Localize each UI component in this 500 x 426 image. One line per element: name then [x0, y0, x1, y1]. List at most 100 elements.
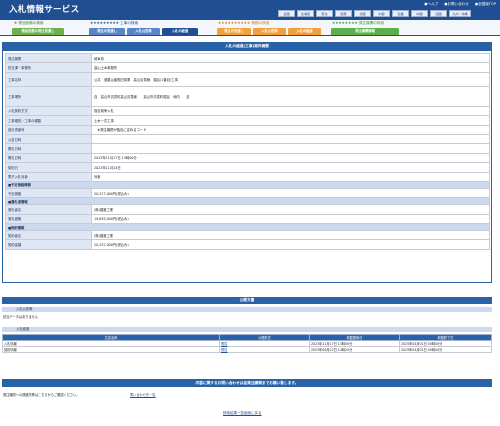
table-row: 契約情報 閲覧 2023年06月22日 14時20分 2025年04月01日 0…: [2, 346, 492, 353]
construction-search-heading: ★★★★★★★★★ 工事の検索: [90, 21, 139, 25]
region-tab[interactable]: 北陸: [354, 10, 371, 17]
table-row: 工事種別／工事の種類 土木一式工事: [5, 115, 490, 126]
tab-services-progress[interactable]: 入札の経過: [288, 28, 321, 35]
region-tab[interactable]: 中国: [411, 10, 428, 17]
field-label: 発注機関: [5, 52, 92, 64]
contact-list-link[interactable]: 問い合わせ先一覧: [130, 392, 156, 397]
field-value: ★発注機関が独自に定めるコード: [91, 124, 490, 135]
field-label: 設計書番号: [5, 124, 92, 135]
table-row: 契約金額 20,537,000円(税込み): [5, 239, 490, 250]
category-nav: ★ 物品役務の検索 ★★★★★★★★★ 工事の検索 ★★★★★★★★★★ 業務の…: [0, 20, 500, 36]
services-search-heading: ★★★★★★★★★★ 業務の検索: [218, 21, 270, 25]
app-title: 入札情報サービス: [9, 5, 80, 15]
field-value: 2023年11月24日: [91, 162, 490, 173]
table-row: 発注機関 岐阜県: [5, 52, 490, 64]
table-row: 契約者名 (株)堀渡工業: [5, 230, 490, 241]
region-tab[interactable]: 全国: [278, 10, 295, 17]
region-tab[interactable]: 北海道: [297, 10, 314, 17]
tab-goods-outlook[interactable]: 物品役務の発注見通し: [12, 28, 64, 35]
field-value: 対象: [91, 171, 490, 182]
view-link[interactable]: 閲覧: [221, 348, 227, 352]
section-heading: ■契約情報: [5, 223, 490, 232]
table-row: 工事場所 自 高山市清見町高山清見線 高山市清見町堀谷 地内 至: [5, 85, 490, 107]
field-label: 契約日: [5, 162, 92, 173]
national-top-link[interactable]: ●全国版TOP: [475, 2, 496, 7]
notice-section-bar: 入札公告等: [2, 307, 492, 312]
table-row: 開札日時: [5, 143, 490, 154]
field-label: 落札者名: [5, 204, 92, 215]
tab-agency-info[interactable]: 発注機関情報: [331, 28, 399, 35]
app-header: 入札情報サービス ●ヘルプ ●お問い合わせ ●全国版TOP 全国 北海道 東北 …: [0, 0, 500, 20]
field-label: 開札日時: [5, 143, 92, 154]
field-value: 20,577,000円(税込み): [91, 187, 490, 199]
field-label: 開札日時: [5, 152, 92, 164]
section-row: ■予定価格情報: [5, 180, 490, 189]
field-label: 工事種別／工事の種類: [5, 115, 92, 126]
region-tab[interactable]: 東北: [316, 10, 333, 17]
tab-construction-notices[interactable]: 入札公告等: [127, 28, 160, 35]
region-tab[interactable]: 九州・沖縄: [449, 10, 471, 17]
field-value: 自 高山市清見町高山清見線 高山市清見町堀谷 地内 至: [91, 85, 490, 107]
back-to-results-link[interactable]: 検索結果一覧画面に戻る: [223, 411, 262, 416]
table-row: 開札日時 2023年11月17日 13時00分: [5, 152, 490, 164]
field-value: 高山土木事務所: [91, 62, 490, 73]
contact-heading: 内容に関するお問い合わせは各発注機関までお願い致します。: [2, 379, 492, 387]
field-value: 2023年11月17日 13時00分: [91, 152, 490, 164]
region-tab[interactable]: 近畿: [392, 10, 409, 17]
field-value: 19,635,000円(税込み): [91, 213, 490, 225]
region-tab[interactable]: 関東: [335, 10, 352, 17]
table-row: 電子入札対象 対象: [5, 171, 490, 182]
case-summary-heading: 入札の経過(工事)案件概要: [2, 42, 492, 51]
field-value: [91, 133, 490, 145]
field-value: 公共 道路災害復旧事業 高山清見線 堀谷(1番目)工事: [91, 71, 490, 87]
view-link[interactable]: 閲覧: [221, 342, 227, 346]
table-row: 落札者名 (株)堀渡工業: [5, 204, 490, 215]
region-tab[interactable]: 四国: [430, 10, 447, 17]
section-heading: ■落札者情報: [5, 197, 490, 206]
top-links: ●ヘルプ ●お問い合わせ ●全国版TOP: [424, 2, 496, 7]
no-data-text: 該当データはありません: [3, 315, 38, 319]
table-row: 工事名称 公共 道路災害復旧事業 高山清見線 堀谷(1番目)工事: [5, 71, 490, 87]
field-label: 工事名称: [5, 71, 92, 87]
contact-text: 発注機関への連絡先等はこちらからご確認ください。: [3, 393, 80, 397]
field-label: 落札価格: [5, 213, 92, 225]
table-row: 予定価格 20,577,000円(税込み): [5, 187, 490, 199]
goods-search-heading: ★ 物品役務の検索: [14, 21, 44, 25]
field-value: 岐阜県: [91, 52, 490, 64]
tab-services-notices[interactable]: 入札公告等: [253, 28, 286, 35]
progress-section-bar: 入札経過: [2, 327, 492, 332]
field-value: 土木一式工事: [91, 115, 490, 126]
documents-table: 文書名称 公開形式 掲載更新日 掲載終了日 入札情報 閲覧 2023年11月17…: [2, 334, 492, 353]
document-name: 契約情報: [2, 346, 220, 353]
table-row: 設計書番号 ★発注機関が独自に定めるコード: [5, 124, 490, 135]
tab-construction-outlook[interactable]: 発注の見通し: [89, 28, 125, 35]
field-label: 電子入札対象: [5, 171, 92, 182]
table-row: 担当課・事務所 高山土木事務所: [5, 62, 490, 73]
help-link[interactable]: ●ヘルプ: [424, 2, 438, 7]
agency-search-heading: ★★★★★★★★ 発注機関の検索: [332, 21, 385, 25]
table-row: 契約日 2023年11月24日: [5, 162, 490, 173]
region-tab[interactable]: 中部: [373, 10, 390, 17]
field-value: [91, 143, 490, 154]
field-label: 入札契約方式: [5, 105, 92, 117]
table-row: 公告日時: [5, 133, 490, 145]
section-row: ■契約情報: [5, 223, 490, 232]
table-row: 落札価格 19,635,000円(税込み): [5, 213, 490, 225]
field-value: (株)堀渡工業: [91, 230, 490, 241]
table-row: 入札契約方式 指名競争入札: [5, 105, 490, 117]
field-value: (株)堀渡工業: [91, 204, 490, 215]
region-tabs: 全国 北海道 東北 関東 北陸 中部 近畿 中国 四国 九州・沖縄: [278, 10, 471, 17]
field-label: 予定価格: [5, 187, 92, 199]
documents-heading: 公開文書: [2, 297, 492, 304]
field-value: 指名競争入札: [91, 105, 490, 117]
field-label: 契約者名: [5, 230, 92, 241]
document-updated: 2023年06月22日 14時20分: [309, 346, 400, 353]
tab-services-outlook[interactable]: 発注の見通し: [217, 28, 251, 35]
tab-construction-progress[interactable]: 入札の経過: [162, 28, 198, 35]
field-label: 公告日時: [5, 133, 92, 145]
section-row: ■落札者情報: [5, 197, 490, 206]
field-label: 工事場所: [5, 85, 92, 107]
contact-link[interactable]: ●お問い合わせ: [444, 2, 469, 7]
field-label: 契約金額: [5, 239, 92, 250]
document-format: 閲覧: [219, 346, 310, 353]
